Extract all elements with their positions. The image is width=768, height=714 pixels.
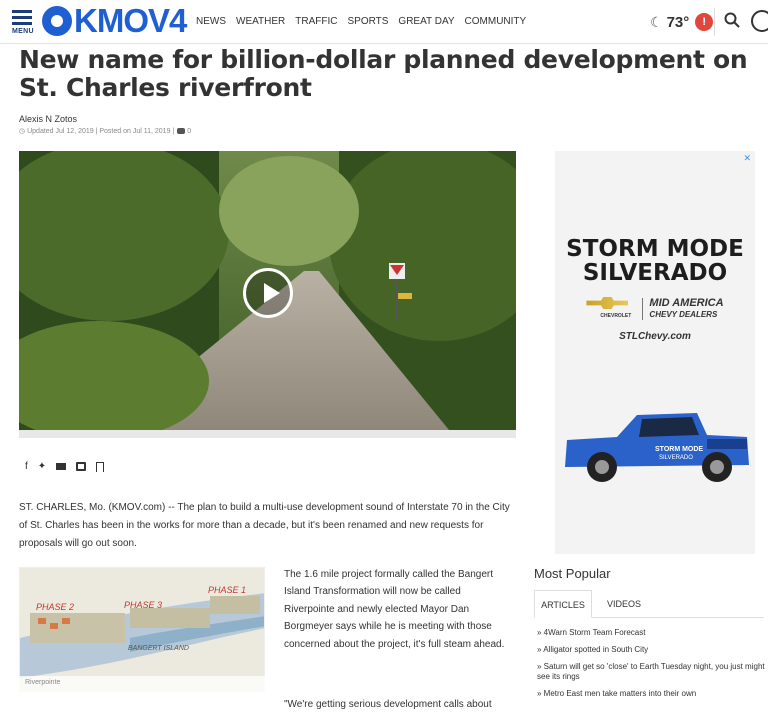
nav-great-day[interactable]: GREAT DAY bbox=[398, 16, 454, 27]
twitter-icon[interactable]: ✦ bbox=[38, 461, 46, 472]
riverpointe-map-image[interactable]: PHASE 2 PHASE 3 PHASE 1 BANGERT ISLAND bbox=[19, 567, 265, 692]
publish-dates: Updated Jul 12, 2019 | Posted on Jul 11,… bbox=[27, 127, 175, 135]
ad-brand-row: CHEVROLET MID AMERICA CHEVY DEALERS bbox=[555, 297, 755, 321]
close-ad-icon[interactable]: ✕ bbox=[743, 153, 751, 164]
dealer-line: CHEVY DEALERS bbox=[649, 310, 718, 319]
advertisement[interactable]: ✕ STORM MODE SILVERADO CHEVROLET MID AME… bbox=[555, 151, 755, 554]
comment-count[interactable]: 0 bbox=[187, 128, 191, 135]
menu-icon-bar bbox=[12, 10, 32, 13]
video-controls-bar[interactable] bbox=[19, 430, 516, 438]
share-toolbar: f ✦ bbox=[25, 461, 105, 472]
list-item[interactable]: » Saturn will get so 'close' to Earth Tu… bbox=[537, 662, 765, 682]
tab-videos[interactable]: VIDEOS bbox=[604, 590, 644, 618]
most-popular-tabs: ARTICLES VIDEOS bbox=[534, 590, 764, 618]
chevrolet-wordmark: CHEVROLET bbox=[600, 313, 632, 319]
temperature: 73° bbox=[666, 13, 690, 31]
menu-button[interactable]: MENU bbox=[12, 10, 34, 36]
nav-sports[interactable]: SPORTS bbox=[347, 16, 388, 27]
weather-alert-icon[interactable]: ! bbox=[695, 13, 714, 31]
list-item-link[interactable]: Metro East men take matters into their o… bbox=[544, 689, 697, 698]
clock-icon: ◷ bbox=[19, 128, 26, 135]
most-popular-list: » 4Warn Storm Team Forecast » Alligator … bbox=[537, 628, 765, 706]
map-graphic: PHASE 2 PHASE 3 PHASE 1 BANGERT ISLAND bbox=[20, 568, 264, 691]
truck-decal-text: STORM MODE bbox=[655, 446, 703, 453]
eye-logo-icon bbox=[42, 6, 72, 36]
ad-title-line: SILVERADO bbox=[582, 260, 728, 286]
top-navigation-bar: MENU KMOV4 NEWS WEATHER TRAFFIC SPORTS G… bbox=[0, 0, 768, 44]
site-logo[interactable]: KMOV4 bbox=[42, 2, 187, 39]
moon-icon: ☾ bbox=[650, 13, 663, 30]
menu-icon-bar bbox=[12, 16, 32, 19]
author-name[interactable]: Alexis N Zotos bbox=[19, 114, 77, 124]
logo-text: KMOV4 bbox=[74, 2, 187, 39]
list-item-link[interactable]: Saturn will get so 'close' to Earth Tues… bbox=[537, 662, 765, 681]
nav-community[interactable]: COMMUNITY bbox=[465, 16, 527, 27]
pickup-truck-image: STORM MODE SILVERADO bbox=[565, 413, 749, 482]
comment-icon[interactable] bbox=[177, 128, 186, 134]
mail-icon[interactable] bbox=[56, 463, 67, 470]
list-item[interactable]: » Alligator spotted in South City bbox=[537, 645, 765, 655]
dealer-name: MID AMERICA CHEVY DEALERS bbox=[642, 297, 724, 320]
tab-articles[interactable]: ARTICLES bbox=[534, 590, 592, 618]
ad-url: STLChevy.com bbox=[619, 331, 691, 342]
print-icon[interactable] bbox=[76, 462, 87, 471]
article-lead-paragraph: ST. CHARLES, Mo. (KMOV.com) -- The plan … bbox=[19, 502, 510, 549]
list-item-link[interactable]: 4Warn Storm Team Forecast bbox=[544, 628, 646, 637]
article-paragraph: The 1.6 mile project formally called the… bbox=[284, 569, 505, 650]
map-label-phase-3: PHASE 3 bbox=[124, 600, 162, 610]
menu-icon-bar bbox=[12, 22, 32, 25]
list-item[interactable]: » Metro East men take matters into their… bbox=[537, 689, 765, 699]
search-icon[interactable] bbox=[724, 12, 740, 28]
article-paragraph: "We're getting serious development calls… bbox=[284, 699, 492, 710]
article-title: New name for billion-dollar planned deve… bbox=[19, 45, 748, 102]
ad-title-line: STORM MODE bbox=[566, 236, 744, 262]
nav-traffic[interactable]: TRAFFIC bbox=[295, 16, 337, 27]
map-label-phase-1: PHASE 1 bbox=[208, 585, 246, 595]
nav-weather[interactable]: WEATHER bbox=[236, 16, 285, 27]
play-icon[interactable] bbox=[243, 268, 293, 318]
menu-label: MENU bbox=[12, 28, 34, 35]
list-item-link[interactable]: Alligator spotted in South City bbox=[543, 645, 648, 654]
chevy-bowtie-icon bbox=[586, 297, 629, 309]
main-nav: NEWS WEATHER TRAFFIC SPORTS GREAT DAY CO… bbox=[196, 16, 536, 27]
divider bbox=[714, 8, 715, 36]
ad-headline: STORM MODE SILVERADO bbox=[555, 237, 755, 285]
bookmark-icon[interactable] bbox=[96, 461, 105, 472]
map-label-bangert-island: BANGERT ISLAND bbox=[128, 645, 189, 652]
truck-decal-text: SILVERADO bbox=[659, 455, 693, 461]
user-account-icon[interactable] bbox=[751, 10, 768, 32]
nav-news[interactable]: NEWS bbox=[196, 16, 226, 27]
dealer-line: MID AMERICA bbox=[649, 297, 724, 309]
map-label-phase-2: PHASE 2 bbox=[36, 602, 74, 612]
list-item[interactable]: » 4Warn Storm Team Forecast bbox=[537, 628, 765, 638]
facebook-icon[interactable]: f bbox=[25, 461, 28, 472]
chevrolet-logo: CHEVROLET bbox=[586, 297, 634, 321]
map-caption: Riverpointe bbox=[19, 676, 265, 692]
weather-widget[interactable]: ☾ 73° ! bbox=[650, 13, 714, 31]
article-meta: ◷ Updated Jul 12, 2019 | Posted on Jul 1… bbox=[19, 127, 191, 136]
most-popular-heading: Most Popular bbox=[534, 566, 611, 581]
